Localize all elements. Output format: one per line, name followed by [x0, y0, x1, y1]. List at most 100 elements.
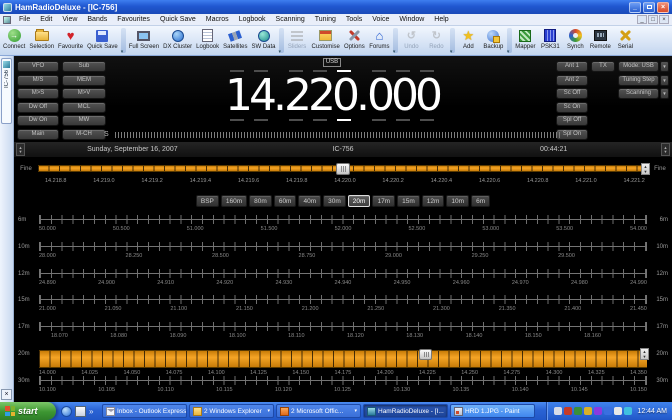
- frequency-display[interactable]: 14.220.000: [225, 76, 439, 116]
- tray-icon[interactable]: [564, 407, 572, 415]
- band-slider-thumb[interactable]: [419, 349, 432, 360]
- panel-close-button[interactable]: ×: [1, 389, 12, 400]
- menu-item[interactable]: Help: [429, 14, 453, 25]
- close-button[interactable]: ×: [657, 2, 669, 13]
- toolbar-group-separator[interactable]: [450, 28, 455, 53]
- toolbar-button[interactable]: ↺ Undo: [399, 27, 424, 54]
- mdi-minimize-button[interactable]: _: [637, 15, 647, 24]
- frequency-digit[interactable]: .: [273, 76, 284, 116]
- band-ruler[interactable]: [39, 242, 647, 251]
- toolbar-button[interactable]: Satellites: [221, 27, 249, 54]
- chevron-down-icon[interactable]: ▼: [660, 61, 669, 72]
- toolbar-button[interactable]: Options: [342, 27, 367, 54]
- toolbar-button[interactable]: Selection: [27, 27, 56, 54]
- band-slider-spinner[interactable]: ▲▼: [640, 348, 649, 360]
- frequency-digit[interactable]: 2: [284, 76, 308, 116]
- radio-button[interactable]: MW: [62, 115, 106, 126]
- band-button[interactable]: 30m: [323, 195, 346, 207]
- band-button[interactable]: 20m: [348, 195, 371, 207]
- overflow-icon[interactable]: »: [89, 406, 96, 417]
- band-tuning-slider-20m[interactable]: ▲▼: [39, 350, 647, 368]
- frequency-digit[interactable]: 0: [391, 76, 415, 116]
- task-button[interactable]: 2 Microsoft Offic...: [276, 404, 361, 418]
- band-ruler[interactable]: [39, 215, 647, 224]
- menu-item[interactable]: Voice: [367, 14, 394, 25]
- radio-button[interactable]: Spl Off: [556, 115, 588, 126]
- band-button[interactable]: 40m: [298, 195, 321, 207]
- band-button[interactable]: 15m: [397, 195, 420, 207]
- frequency-digit[interactable]: 0: [367, 76, 391, 116]
- toolbar-button[interactable]: Backup: [481, 27, 506, 54]
- toolbar-button[interactable]: ⌂ Forums: [367, 27, 392, 54]
- fine-spinner[interactable]: ▲▼: [641, 163, 650, 175]
- toolbar-button[interactable]: DX Cluster: [161, 27, 194, 54]
- tray-icon[interactable]: [594, 407, 602, 415]
- radio-button[interactable]: M>S: [17, 88, 59, 99]
- toolbar-button[interactable]: ★ Add: [456, 27, 481, 54]
- band-button[interactable]: 80m: [249, 195, 272, 207]
- mailql-icon[interactable]: [75, 406, 86, 417]
- mdi-document-icon[interactable]: [3, 16, 11, 24]
- frequency-digit[interactable]: 1: [225, 76, 249, 116]
- toolbar-button[interactable]: Mapper: [513, 27, 538, 54]
- toolbar-button[interactable]: Sliders: [285, 27, 310, 54]
- radio-button[interactable]: Dw Off: [17, 102, 59, 113]
- chevron-down-icon[interactable]: ▼: [660, 88, 669, 99]
- menu-item[interactable]: Bands: [82, 14, 112, 25]
- toolbar-button[interactable]: → Connect: [1, 27, 27, 54]
- tray-icon[interactable]: [624, 407, 632, 415]
- radio-button[interactable]: Sc On: [556, 102, 588, 113]
- radio-button[interactable]: M>V: [62, 88, 106, 99]
- frequency-digit[interactable]: 0: [415, 76, 439, 116]
- radio-button[interactable]: M-CH: [62, 129, 106, 140]
- radio-button[interactable]: Main: [17, 129, 59, 140]
- radio-button[interactable]: Ant 2: [556, 75, 588, 86]
- spinner-right[interactable]: ▲▼: [661, 143, 670, 156]
- band-ruler[interactable]: [39, 322, 647, 331]
- menu-item[interactable]: Favourites: [112, 14, 155, 25]
- menu-item[interactable]: Window: [394, 14, 429, 25]
- toolbar-button[interactable]: Quick Save: [85, 27, 120, 54]
- toolbar-group-separator[interactable]: [507, 28, 512, 53]
- toolbar-group-separator[interactable]: [279, 28, 284, 53]
- toolbar-group-separator[interactable]: [393, 28, 398, 53]
- dropdown-button[interactable]: Mode: USB: [618, 61, 659, 72]
- fine-tuning-slider[interactable]: ▲▼: [38, 165, 648, 172]
- radio-button[interactable]: Dw On: [17, 115, 59, 126]
- frequency-digit[interactable]: .: [356, 76, 367, 116]
- menu-item[interactable]: View: [57, 14, 82, 25]
- toolbar-button[interactable]: Serial: [613, 27, 638, 54]
- radio-button[interactable]: VFO: [17, 61, 59, 72]
- radio-button[interactable]: MCL: [62, 102, 106, 113]
- toolbar-button[interactable]: SW Data: [250, 27, 278, 54]
- band-button[interactable]: 17m: [372, 195, 395, 207]
- fine-slider-thumb[interactable]: [336, 163, 350, 175]
- menu-item[interactable]: Quick Save: [155, 14, 201, 25]
- tray-icon[interactable]: [554, 407, 562, 415]
- chevron-down-icon[interactable]: ▼: [660, 75, 669, 86]
- band-button[interactable]: BSP: [196, 195, 219, 207]
- task-button[interactable]: HRD 1.JPG - Paint: [450, 404, 535, 418]
- mdi-restore-button[interactable]: □: [648, 15, 658, 24]
- mdi-close-button[interactable]: ×: [659, 15, 669, 24]
- dropdown-button[interactable]: Scanning: [618, 88, 659, 99]
- radio-tab[interactable]: IC-756: [1, 58, 12, 124]
- band-button[interactable]: 6m: [471, 195, 490, 207]
- toolbar-button[interactable]: PSK31: [538, 27, 563, 54]
- tray-icon[interactable]: [574, 407, 582, 415]
- toolbar-button[interactable]: Customise: [310, 27, 342, 54]
- band-ruler[interactable]: [39, 295, 647, 304]
- menu-item[interactable]: Tools: [341, 14, 367, 25]
- radio-button[interactable]: Sub: [62, 61, 106, 72]
- radio-button[interactable]: M/S: [17, 75, 59, 86]
- radio-button[interactable]: MEM: [62, 75, 106, 86]
- band-button[interactable]: 60m: [274, 195, 297, 207]
- task-button[interactable]: Inbox - Outlook Express: [102, 404, 187, 418]
- toolbar-button[interactable]: Logbook: [194, 27, 221, 54]
- menu-item[interactable]: Edit: [35, 14, 57, 25]
- band-ruler[interactable]: [39, 269, 647, 278]
- toolbar-button[interactable]: Remote: [588, 27, 613, 54]
- radio-button[interactable]: Sc Off: [556, 88, 588, 99]
- menu-item[interactable]: File: [14, 14, 35, 25]
- frequency-digit[interactable]: 2: [308, 76, 332, 116]
